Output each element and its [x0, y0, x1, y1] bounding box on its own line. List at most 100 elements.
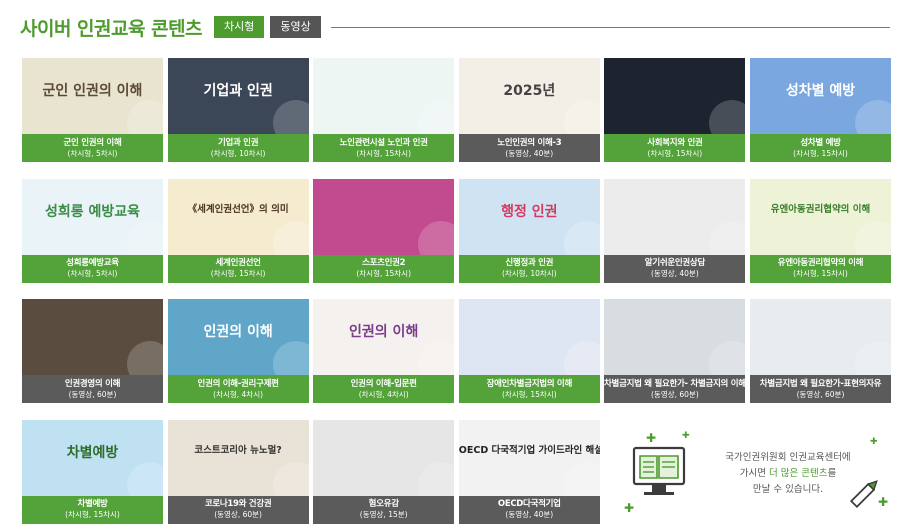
sparkle-icon: ✚	[870, 437, 878, 447]
course-card[interactable]: 장애인차별금지법의 이해 (차시형, 15차시)	[458, 299, 600, 403]
course-card[interactable]: 《세계인권선언》의 의미 세계인권선언 (차시형, 15차시)	[167, 178, 309, 283]
sparkle-icon: ✚	[646, 431, 657, 445]
course-meta: (차시형, 10차시)	[210, 148, 266, 158]
course-caption: 차별금지법 왜 필요한가-표현의자유 (동영상, 60분)	[750, 375, 891, 403]
course-card[interactable]: 차별금지법 왜 필요한가-표현의자유 (동영상, 60분)	[750, 299, 891, 403]
course-title: 인권경영의 이해	[64, 378, 121, 389]
course-thumbnail: 인권의 이해	[313, 299, 455, 375]
course-title: 세계인권선언	[215, 258, 261, 268]
course-thumbnail	[604, 58, 746, 134]
course-card[interactable]: 코스트코리아 뉴노멀? 코로나19와 건강권 (동영상, 60분)	[167, 419, 309, 524]
course-thumbnail	[604, 299, 746, 375]
course-caption: 인권경영의 이해 (동영상, 60분)	[22, 375, 163, 403]
course-title: 차별금지법 왜 필요한가- 차별금지의 이해	[604, 378, 746, 389]
course-title: 사회복지와 인권	[647, 137, 703, 148]
promo-banner[interactable]: ✚ ✚ ✚ ✚ ✚ 국가인권위원회 인권교육센터에 가시면 더 많은 콘텐츠를 …	[622, 430, 890, 520]
tab-video[interactable]: 동영상	[270, 16, 321, 38]
course-thumbnail	[750, 299, 891, 375]
course-meta: (차시형, 15차시)	[210, 269, 266, 278]
course-card[interactable]: 인권의 이해인권의 이해-입문편 (차시형, 4차시)	[313, 299, 455, 403]
course-card[interactable]: 사회복지와 인권 (차시형, 15차시)	[604, 58, 746, 162]
course-thumbnail: 행정 인권	[458, 178, 600, 255]
course-card[interactable]: 2025년 노인인권의 이해-3 (동영상, 40분)	[458, 58, 600, 162]
course-caption: 알기쉬운인권상담 (동영상, 40분)	[604, 254, 746, 283]
course-card[interactable]: 인권의 이해 인권의 이해-권리구제편 (차시형, 4차시)	[167, 299, 309, 403]
course-caption: 군인 인권의 이해 (차시형, 5차시)	[22, 134, 163, 162]
book-monitor-icon	[632, 446, 686, 495]
course-thumbnail	[313, 419, 455, 496]
thumbnail-decoration	[855, 220, 891, 255]
course-meta: (동영상, 60분)	[796, 389, 845, 399]
course-card[interactable]: 유엔아동권리협약의 이해 유엔아동권리협약의 이해 (차시형, 15차시)	[750, 178, 891, 283]
thumbnail-title: 차별예방	[66, 444, 119, 461]
course-title: 인권의 이해-입문편	[350, 378, 417, 389]
thumbnail-decoration	[127, 341, 163, 375]
promo-highlight: 더 많은 콘텐츠	[769, 468, 828, 479]
thumbnail-title: 인권의 이해	[349, 324, 419, 340]
course-caption: 세계인권선언 (차시형, 15차시)	[167, 254, 309, 283]
promo-text: 국가인권위원회 인권교육센터에 가시면 더 많은 콘텐츠를 만날 수 있습니다.	[698, 450, 878, 498]
thumbnail-title: OECD 다국적기업 가이드라인 해설	[458, 444, 600, 456]
course-card[interactable]: OECD 다국적기업 가이드라인 해설 OECD다국적기업 (동영상, 40분)	[458, 419, 600, 524]
course-caption: 성차별 예방 (차시형, 15차시)	[750, 134, 891, 162]
course-meta: (동영상, 40분)	[505, 148, 554, 158]
course-card[interactable]: 차별예방 차별예방 (차시형, 15차시)	[22, 419, 163, 524]
thumbnail-decoration	[563, 220, 600, 255]
course-caption: 인권의 이해-입문편 (차시형, 4차시)	[313, 375, 455, 403]
thumbnail-title: 2025년	[503, 83, 556, 99]
sparkle-icon: ✚	[624, 501, 635, 515]
course-thumbnail: 군인 인권의 이해	[22, 58, 163, 134]
course-card[interactable]: 기업과 인권 기업과 인권 (차시형, 10차시)	[167, 58, 309, 162]
thumbnail-decoration	[709, 220, 746, 255]
course-caption: 성희롱예방교육 (차시형, 5차시)	[22, 254, 163, 283]
course-title: 혐오유감	[368, 499, 399, 509]
course-card[interactable]: 성희롱 예방교육성희롱예방교육 (차시형, 5차시)	[22, 178, 163, 283]
thumbnail-decoration	[418, 341, 455, 375]
thumbnail-decoration	[855, 100, 891, 134]
course-caption: 차별예방 (차시형, 15차시)	[22, 495, 163, 524]
course-caption: 코로나19와 건강권 (동영상, 60분)	[167, 495, 309, 524]
course-caption: 혐오유감 (동영상, 15분)	[313, 495, 455, 524]
course-card[interactable]: 성차별 예방 성차별 예방 (차시형, 15차시)	[750, 58, 891, 162]
course-title: 차별예방	[77, 499, 108, 509]
course-meta: (차시형, 5차시)	[67, 148, 118, 158]
tab-chasi[interactable]: 차시형	[214, 16, 265, 38]
course-title: 군인 인권의 이해	[63, 137, 122, 148]
course-card[interactable]: 스포츠인권2 (차시형, 15차시)	[313, 178, 455, 283]
course-card[interactable]: 인권경영의 이해 (동영상, 60분)	[22, 299, 163, 403]
thumbnail-decoration	[272, 220, 309, 255]
thumbnail-title: 유엔아동권리협약의 이해	[770, 203, 871, 215]
course-card[interactable]: 혐오유감 (동영상, 15분)	[313, 419, 455, 524]
course-meta: (차시형, 15차시)	[793, 269, 848, 278]
course-card[interactable]: 알기쉬운인권상담 (동영상, 40분)	[604, 178, 746, 283]
promo-line-1: 국가인권위원회 인권교육센터에	[725, 452, 851, 463]
tab-bar: 차시형 동영상	[214, 16, 321, 38]
thumbnail-decoration	[272, 100, 309, 134]
course-thumbnail: 2025년	[458, 58, 600, 134]
promo-line-2-post: 를	[827, 468, 837, 479]
thumbnail-title: 군인 인권의 이해	[42, 83, 143, 99]
thumbnail-title: 행정 인권	[501, 203, 558, 220]
thumbnail-title: 성희롱 예방교육	[44, 203, 141, 220]
course-card[interactable]: 행정 인권 신행정과 인권 (차시형, 10차시)	[458, 178, 600, 283]
thumbnail-decoration	[272, 461, 309, 496]
course-caption: 인권의 이해-권리구제편 (차시형, 4차시)	[167, 375, 309, 403]
course-meta: (동영상, 15분)	[359, 510, 408, 519]
thumbnail-decoration	[418, 100, 455, 134]
course-card[interactable]: 군인 인권의 이해 군인 인권의 이해 (차시형, 5차시)	[22, 58, 163, 162]
course-thumbnail: 코스트코리아 뉴노멀?	[167, 419, 309, 496]
course-caption: OECD다국적기업 (동영상, 40분)	[458, 495, 600, 524]
course-thumbnail: 성희롱 예방교육	[22, 178, 163, 255]
course-card[interactable]: 차별금지법 왜 필요한가- 차별금지의 이해 (동영상, 60분)	[604, 299, 746, 403]
course-title: 노인관련시설 노인과 인권	[339, 137, 428, 148]
course-title: OECD다국적기업	[497, 499, 561, 509]
course-thumbnail: 성차별 예방	[750, 58, 891, 134]
course-meta: (차시형, 15차시)	[356, 269, 412, 278]
course-title: 인권의 이해-권리구제편	[197, 378, 279, 389]
course-title: 성차별 예방	[800, 137, 841, 148]
course-card[interactable]: 노인관련시설 노인과 인권 (차시형, 15차시)	[313, 58, 455, 162]
course-title: 스포츠인권2	[362, 258, 406, 268]
course-thumbnail	[604, 178, 746, 255]
section-header: 사이버 인권교육 콘텐츠 차시형 동영상	[20, 12, 890, 42]
course-thumbnail	[22, 299, 163, 375]
